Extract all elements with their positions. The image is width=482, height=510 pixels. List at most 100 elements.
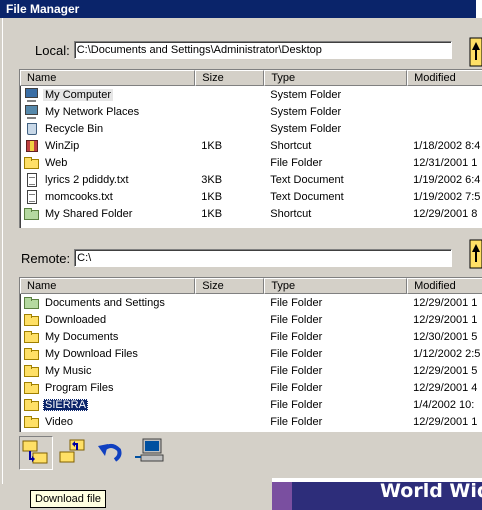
undo-button[interactable] (95, 436, 129, 470)
type-cell: System Folder (270, 122, 342, 135)
type-cell: Text Document (270, 173, 344, 186)
type-cell: File Folder (270, 415, 323, 428)
remote-file-row[interactable]: My Music File Folder 12/29/2001 5 (20, 362, 482, 379)
column-header-size[interactable]: Size (195, 278, 265, 294)
recycle-bin-icon (24, 122, 40, 136)
modified-cell: 1/12/2002 2:5 (413, 347, 481, 360)
modified-cell: 12/29/2001 8 (413, 207, 478, 220)
remote-computer-button[interactable] (133, 436, 167, 470)
background-banner: World Wid (272, 478, 482, 510)
modified-cell: 1/19/2002 6:4 (413, 173, 481, 186)
type-cell: Shortcut (270, 139, 312, 152)
type-cell: Shortcut (270, 207, 312, 220)
folder-icon (24, 364, 40, 378)
local-up-folder-icon[interactable] (469, 34, 482, 68)
local-file-row[interactable]: Recycle Bin System Folder (20, 120, 482, 137)
size-cell: 1KB (201, 139, 223, 152)
name-cell: Web (20, 156, 195, 170)
column-header-size[interactable]: Size (195, 70, 265, 86)
name-cell: SIERRA (20, 398, 195, 412)
file-name: momcooks.txt (45, 190, 113, 203)
type-cell: System Folder (270, 88, 342, 101)
name-cell: My Shared Folder (20, 207, 195, 221)
local-file-row[interactable]: momcooks.txt 1KB Text Document 1/19/2002 7:… (20, 188, 482, 205)
local-path-input[interactable]: C:\Documents and Settings\Administrator\… (73, 41, 452, 59)
modified-cell: 12/29/2001 1 (413, 296, 478, 309)
modified-cell: 12/29/2001 1 (413, 415, 478, 428)
column-header-name[interactable]: Name (20, 70, 196, 86)
local-file-row[interactable]: My Network Places System Folder (20, 103, 482, 120)
network-icon (24, 104, 40, 119)
modified-cell: 12/29/2001 4 (413, 381, 478, 394)
name-cell: Downloaded (20, 313, 195, 327)
size-cell: 3KB (201, 173, 223, 186)
column-header-type[interactable]: Type (264, 70, 408, 86)
column-header-modified[interactable]: Modified (407, 70, 482, 86)
local-list-header: Name Size Type Modified (20, 70, 482, 86)
size-cell: 1KB (201, 190, 223, 203)
download-file-button[interactable] (19, 436, 53, 470)
remote-file-row[interactable]: Program Files File Folder 12/29/2001 4 (20, 379, 482, 396)
shared-folder-icon (24, 207, 40, 221)
folder-icon (24, 415, 40, 429)
file-name: My Music (45, 364, 92, 377)
file-name: Program Files (45, 381, 114, 394)
remote-file-row[interactable]: Video File Folder 12/29/2001 1 (20, 413, 482, 430)
text-file-icon (24, 172, 40, 187)
upload-file-icon (59, 439, 85, 463)
column-header-type[interactable]: Type (264, 278, 408, 294)
modified-cell: 1/19/2002 7:5 (413, 190, 481, 203)
window-title: File Manager (0, 0, 482, 18)
modified-cell: 1/18/2002 8:4 (413, 139, 481, 152)
local-file-row[interactable]: lyrics 2 pdiddy.txt 3KB Text Document 1/19/… (20, 171, 482, 188)
file-name: My Shared Folder (45, 207, 133, 220)
remote-file-row[interactable]: Documents and Settings File Folder 12/29/2… (20, 294, 482, 311)
name-cell: My Computer (20, 87, 195, 102)
upload-file-button[interactable] (57, 436, 91, 470)
modified-cell: 12/29/2001 5 (413, 364, 478, 377)
undo-icon (98, 444, 122, 462)
file-name: WinZip (45, 139, 80, 152)
remote-file-row[interactable]: My Download Files File Folder 1/12/2002 2:… (20, 345, 482, 362)
modified-cell: 12/30/2001 5 (413, 330, 478, 343)
local-file-row[interactable]: Web File Folder 12/31/2001 1 (20, 154, 482, 171)
computer-icon (24, 87, 40, 102)
name-cell: Recycle Bin (20, 122, 195, 136)
folder-icon (24, 381, 40, 395)
remote-path-input[interactable]: C:\ (74, 249, 453, 267)
name-cell: Documents and Settings (20, 296, 195, 310)
local-file-row[interactable]: My Shared Folder 1KB Shortcut 12/29/2001 8 (20, 205, 482, 222)
modified-cell: 12/29/2001 1 (413, 313, 478, 326)
file-name: Recycle Bin (45, 122, 104, 135)
folder-icon (24, 313, 40, 327)
file-name: lyrics 2 pdiddy.txt (45, 173, 129, 186)
remote-file-list[interactable]: Name Size Type Modified Documents and Se… (19, 277, 482, 432)
remote-up-folder-icon[interactable] (469, 236, 482, 270)
text-file-icon (24, 189, 40, 204)
type-cell: File Folder (270, 398, 323, 411)
size-cell: 1KB (201, 207, 223, 220)
type-cell: File Folder (270, 330, 323, 343)
column-header-name[interactable]: Name (20, 278, 196, 294)
type-cell: File Folder (270, 296, 323, 309)
remote-file-row[interactable]: My Documents File Folder 12/30/2001 5 (20, 328, 482, 345)
remote-file-row[interactable]: SIERRA File Folder 1/4/2002 10: (20, 396, 482, 413)
local-file-row[interactable]: WinZip 1KB Shortcut 1/18/2002 8:4 (20, 137, 482, 154)
folder-icon (24, 330, 40, 344)
file-name: Documents and Settings (45, 296, 165, 309)
name-cell: Program Files (20, 381, 195, 395)
file-manager-window: Local: C:\Documents and Settings\Adminis… (2, 18, 482, 484)
type-cell: File Folder (270, 313, 323, 326)
winzip-icon (24, 139, 40, 153)
name-cell: Video (20, 415, 195, 429)
folder-icon (24, 156, 40, 170)
local-label: Local: (35, 42, 70, 58)
tooltip: Download file (30, 490, 107, 508)
local-file-row[interactable]: My Computer System Folder (20, 86, 482, 103)
remote-file-row[interactable]: Downloaded File Folder 12/29/2001 1 (20, 311, 482, 328)
remote-computer-icon (135, 438, 164, 462)
local-file-list[interactable]: Name Size Type Modified My Computer Syste… (19, 69, 482, 228)
name-cell: My Documents (20, 330, 195, 344)
remote-label: Remote: (21, 250, 71, 266)
column-header-modified[interactable]: Modified (407, 278, 482, 294)
